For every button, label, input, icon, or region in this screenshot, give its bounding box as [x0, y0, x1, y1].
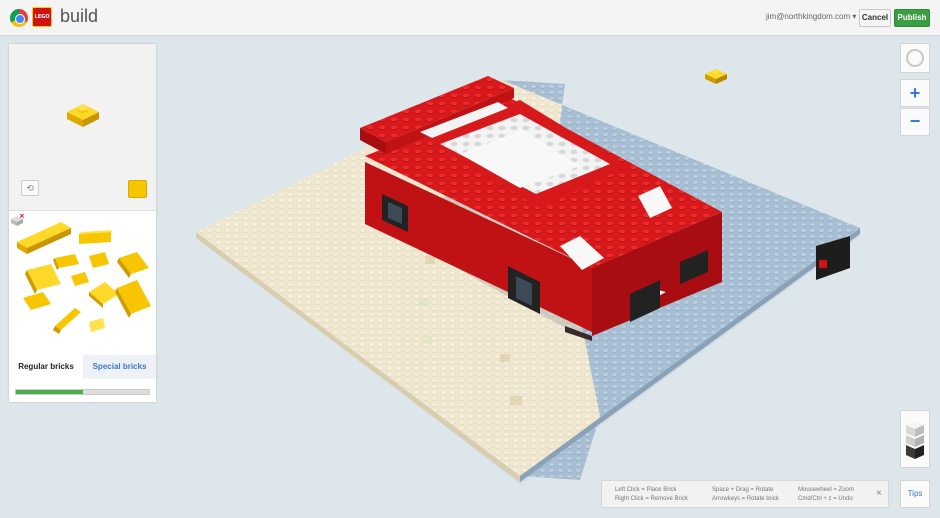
brick-panel: ⟲ × Regular bricks Special bricks	[9, 44, 156, 402]
plate-lego-logo-icon	[819, 260, 827, 268]
zoom-out-button[interactable]: −	[900, 108, 930, 136]
brick-stack-button[interactable]	[900, 410, 930, 468]
progress-fill	[16, 390, 83, 394]
close-icon[interactable]: ×	[876, 488, 882, 499]
brick-2x2-b	[89, 252, 109, 268]
compass-icon	[906, 49, 924, 67]
cancel-button[interactable]: Cancel	[859, 9, 891, 27]
svg-text:×: ×	[19, 212, 25, 220]
tips-button[interactable]: Tips	[900, 480, 930, 508]
chrome-logo-icon	[10, 9, 28, 27]
brick-progress-bar	[15, 389, 150, 395]
tab-special-bricks[interactable]: Special bricks	[83, 355, 156, 379]
brick-1x4	[117, 252, 149, 278]
slope-brick-a	[25, 264, 61, 294]
brick-2x2-c	[89, 282, 119, 308]
slope-brick-b	[23, 292, 51, 310]
top-bar: LEGO build jim@northkingdom.com ▾ Cancel…	[0, 0, 940, 36]
brick-2x4-long	[17, 222, 71, 254]
brick-1x2	[53, 254, 79, 270]
brick-tabs: Regular bricks Special bricks	[9, 355, 156, 379]
floating-yellow-brick[interactable]	[705, 69, 727, 84]
publish-button[interactable]: Publish	[894, 9, 930, 27]
tip-zoom: Mousewheel = Zoom	[798, 487, 854, 493]
brick-1x1-a	[71, 272, 89, 286]
brick-2x3	[115, 280, 151, 318]
selected-brick-preview	[67, 104, 99, 127]
account-menu[interactable]: jim@northkingdom.com ▾	[766, 12, 856, 21]
delete-brick-icon[interactable]: ×	[9, 212, 25, 228]
compass-control[interactable]	[900, 43, 930, 73]
lego-logo-text: LEGO	[34, 14, 50, 20]
app-title: build	[60, 6, 99, 26]
chevron-down-icon: ▾	[852, 12, 857, 21]
brick-stack-icon	[906, 421, 924, 459]
palette-bricks[interactable]	[9, 212, 156, 352]
build-canvas[interactable]	[160, 36, 895, 518]
color-picker-swatch[interactable]	[128, 180, 147, 198]
rotate-icon[interactable]: ⟲	[21, 180, 39, 196]
tip-place-brick: Left Click = Place Brick	[615, 487, 677, 493]
tip-rotate-brick: Arrowkeys = Rotate brick	[712, 496, 779, 502]
brick-preview: ⟲	[9, 44, 156, 211]
tip-remove-brick: Right Click = Remove Brick	[615, 496, 688, 502]
brick-1x4-b	[53, 308, 81, 334]
brick-1x1-b	[89, 318, 105, 332]
tip-rotate-view: Space + Drag = Rotate	[712, 487, 774, 493]
tip-undo: Cmd/Ctrl + z = Undo	[798, 496, 853, 502]
brick-2x2-a	[79, 230, 113, 244]
tab-regular-bricks[interactable]: Regular bricks	[9, 355, 83, 379]
lego-logo-icon: LEGO	[32, 7, 52, 27]
account-email: jim@northkingdom.com	[766, 12, 851, 21]
tips-panel: Left Click = Place Brick Right Click = R…	[601, 480, 889, 508]
zoom-in-button[interactable]: +	[900, 79, 930, 107]
